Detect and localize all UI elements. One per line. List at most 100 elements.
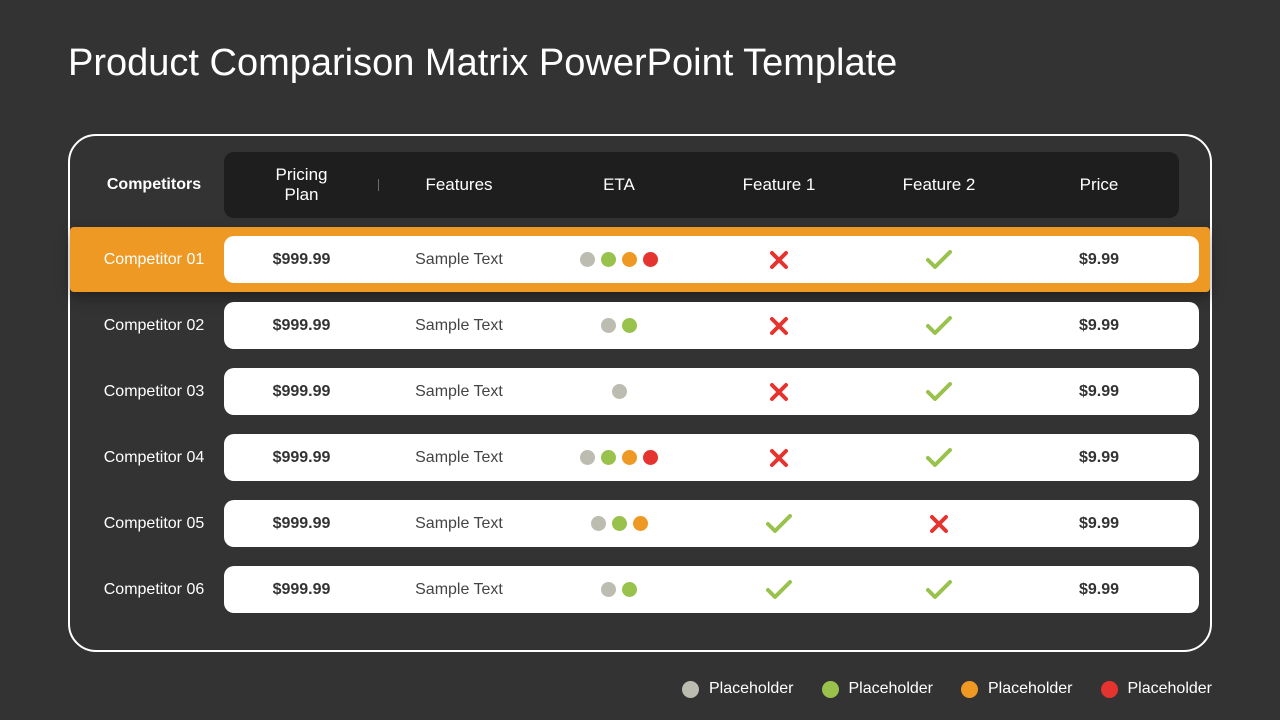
legend-label: Placeholder: [988, 680, 1073, 698]
cell-feature2: [859, 434, 1019, 481]
legend-item-gray: Placeholder: [682, 680, 794, 698]
cell-feature2: [859, 302, 1019, 349]
legend-label: Placeholder: [1128, 680, 1213, 698]
cell-price: $9.99: [1019, 500, 1179, 547]
cell-feature2: [859, 566, 1019, 613]
header-col-4: Feature 2: [859, 175, 1019, 195]
cell-feature1: [699, 434, 859, 481]
eta-dot-green: [601, 252, 616, 267]
eta-dot-green: [601, 450, 616, 465]
legend-label: Placeholder: [849, 680, 934, 698]
table-row: Competitor 05$999.99Sample Text $9.99: [84, 500, 1196, 547]
cross-icon: [769, 250, 789, 270]
cell-eta: [539, 236, 699, 283]
row-label: Competitor 02: [84, 317, 224, 335]
cell-feature2: [859, 368, 1019, 415]
eta-dot-green: [622, 582, 637, 597]
comparison-matrix: Competitors PricingPlanFeaturesETAFeatur…: [68, 134, 1212, 652]
row-label: Competitor 06: [84, 581, 224, 599]
cell-price: $9.99: [1019, 434, 1179, 481]
legend-dot-gray-icon: [682, 681, 699, 698]
cell-pricing: $999.99: [224, 500, 379, 547]
cell-feature2: [859, 500, 1019, 547]
legend: Placeholder Placeholder Placeholder Placeho…: [682, 680, 1212, 698]
eta-dot-gray: [580, 450, 595, 465]
cell-feature1: [699, 236, 859, 283]
row-pill: $999.99Sample Text $9.99: [224, 500, 1199, 547]
cell-eta: [539, 434, 699, 481]
row-pill: $999.99Sample Text $9.99: [224, 566, 1199, 613]
check-icon: [926, 382, 952, 402]
header-row: Competitors PricingPlanFeaturesETAFeatur…: [84, 152, 1196, 218]
eta-dot-gray: [612, 384, 627, 399]
eta-dot-orange: [622, 252, 637, 267]
cell-features: Sample Text: [379, 434, 539, 481]
table-row: Competitor 03$999.99Sample Text $9.99: [84, 368, 1196, 415]
cell-pricing: $999.99: [224, 302, 379, 349]
cell-price: $9.99: [1019, 236, 1179, 283]
cross-icon: [769, 448, 789, 468]
table-row: Competitor 01$999.99Sample Text $9.99: [84, 236, 1196, 283]
cell-features: Sample Text: [379, 302, 539, 349]
header-competitors: Competitors: [84, 176, 224, 194]
row-pill: $999.99Sample Text $9.99: [224, 434, 1199, 481]
cell-feature2: [859, 236, 1019, 283]
cell-feature1: [699, 500, 859, 547]
row-pill: $999.99Sample Text $9.99: [224, 368, 1199, 415]
cell-features: Sample Text: [379, 566, 539, 613]
table-row: Competitor 06$999.99Sample Text $9.99: [84, 566, 1196, 613]
table-row: Competitor 02$999.99Sample Text $9.99: [84, 302, 1196, 349]
header-col-1: Features: [379, 175, 539, 195]
check-icon: [926, 448, 952, 468]
cell-features: Sample Text: [379, 368, 539, 415]
legend-label: Placeholder: [709, 680, 794, 698]
cross-icon: [769, 316, 789, 336]
eta-dot-green: [622, 318, 637, 333]
row-label: Competitor 05: [84, 515, 224, 533]
legend-dot-red-icon: [1101, 681, 1118, 698]
legend-dot-orange-icon: [961, 681, 978, 698]
row-label: Competitor 04: [84, 449, 224, 467]
eta-dot-gray: [591, 516, 606, 531]
legend-item-orange: Placeholder: [961, 680, 1073, 698]
table-row: Competitor 04$999.99Sample Text $9.99: [84, 434, 1196, 481]
check-icon: [926, 316, 952, 336]
cell-pricing: $999.99: [224, 368, 379, 415]
eta-dot-gray: [580, 252, 595, 267]
cell-pricing: $999.99: [224, 566, 379, 613]
header-col-3: Feature 1: [699, 175, 859, 195]
cell-eta: [539, 302, 699, 349]
cell-pricing: $999.99: [224, 236, 379, 283]
header-columns-pill: PricingPlanFeaturesETAFeature 1Feature 2…: [224, 152, 1179, 218]
cell-price: $9.99: [1019, 566, 1179, 613]
header-col-0: PricingPlan: [224, 165, 379, 204]
cross-icon: [929, 514, 949, 534]
cell-feature1: [699, 302, 859, 349]
page-title: Product Comparison Matrix PowerPoint Tem…: [0, 0, 1280, 85]
legend-item-red: Placeholder: [1101, 680, 1213, 698]
row-label: Competitor 03: [84, 383, 224, 401]
row-label: Competitor 01: [84, 251, 224, 269]
legend-dot-green-icon: [822, 681, 839, 698]
cell-pricing: $999.99: [224, 434, 379, 481]
cell-price: $9.99: [1019, 368, 1179, 415]
eta-dot-gray: [601, 318, 616, 333]
check-icon: [926, 250, 952, 270]
header-col-2: ETA: [539, 175, 699, 195]
eta-dot-red: [643, 252, 658, 267]
eta-dot-gray: [601, 582, 616, 597]
cell-feature1: [699, 368, 859, 415]
row-pill: $999.99Sample Text $9.99: [224, 302, 1199, 349]
eta-dot-orange: [622, 450, 637, 465]
eta-dot-green: [612, 516, 627, 531]
cell-price: $9.99: [1019, 302, 1179, 349]
cell-features: Sample Text: [379, 500, 539, 547]
check-icon: [926, 580, 952, 600]
eta-dot-orange: [633, 516, 648, 531]
cell-feature1: [699, 566, 859, 613]
row-pill: $999.99Sample Text $9.99: [224, 236, 1199, 283]
cell-features: Sample Text: [379, 236, 539, 283]
check-icon: [766, 514, 792, 534]
cell-eta: [539, 566, 699, 613]
legend-item-green: Placeholder: [822, 680, 934, 698]
